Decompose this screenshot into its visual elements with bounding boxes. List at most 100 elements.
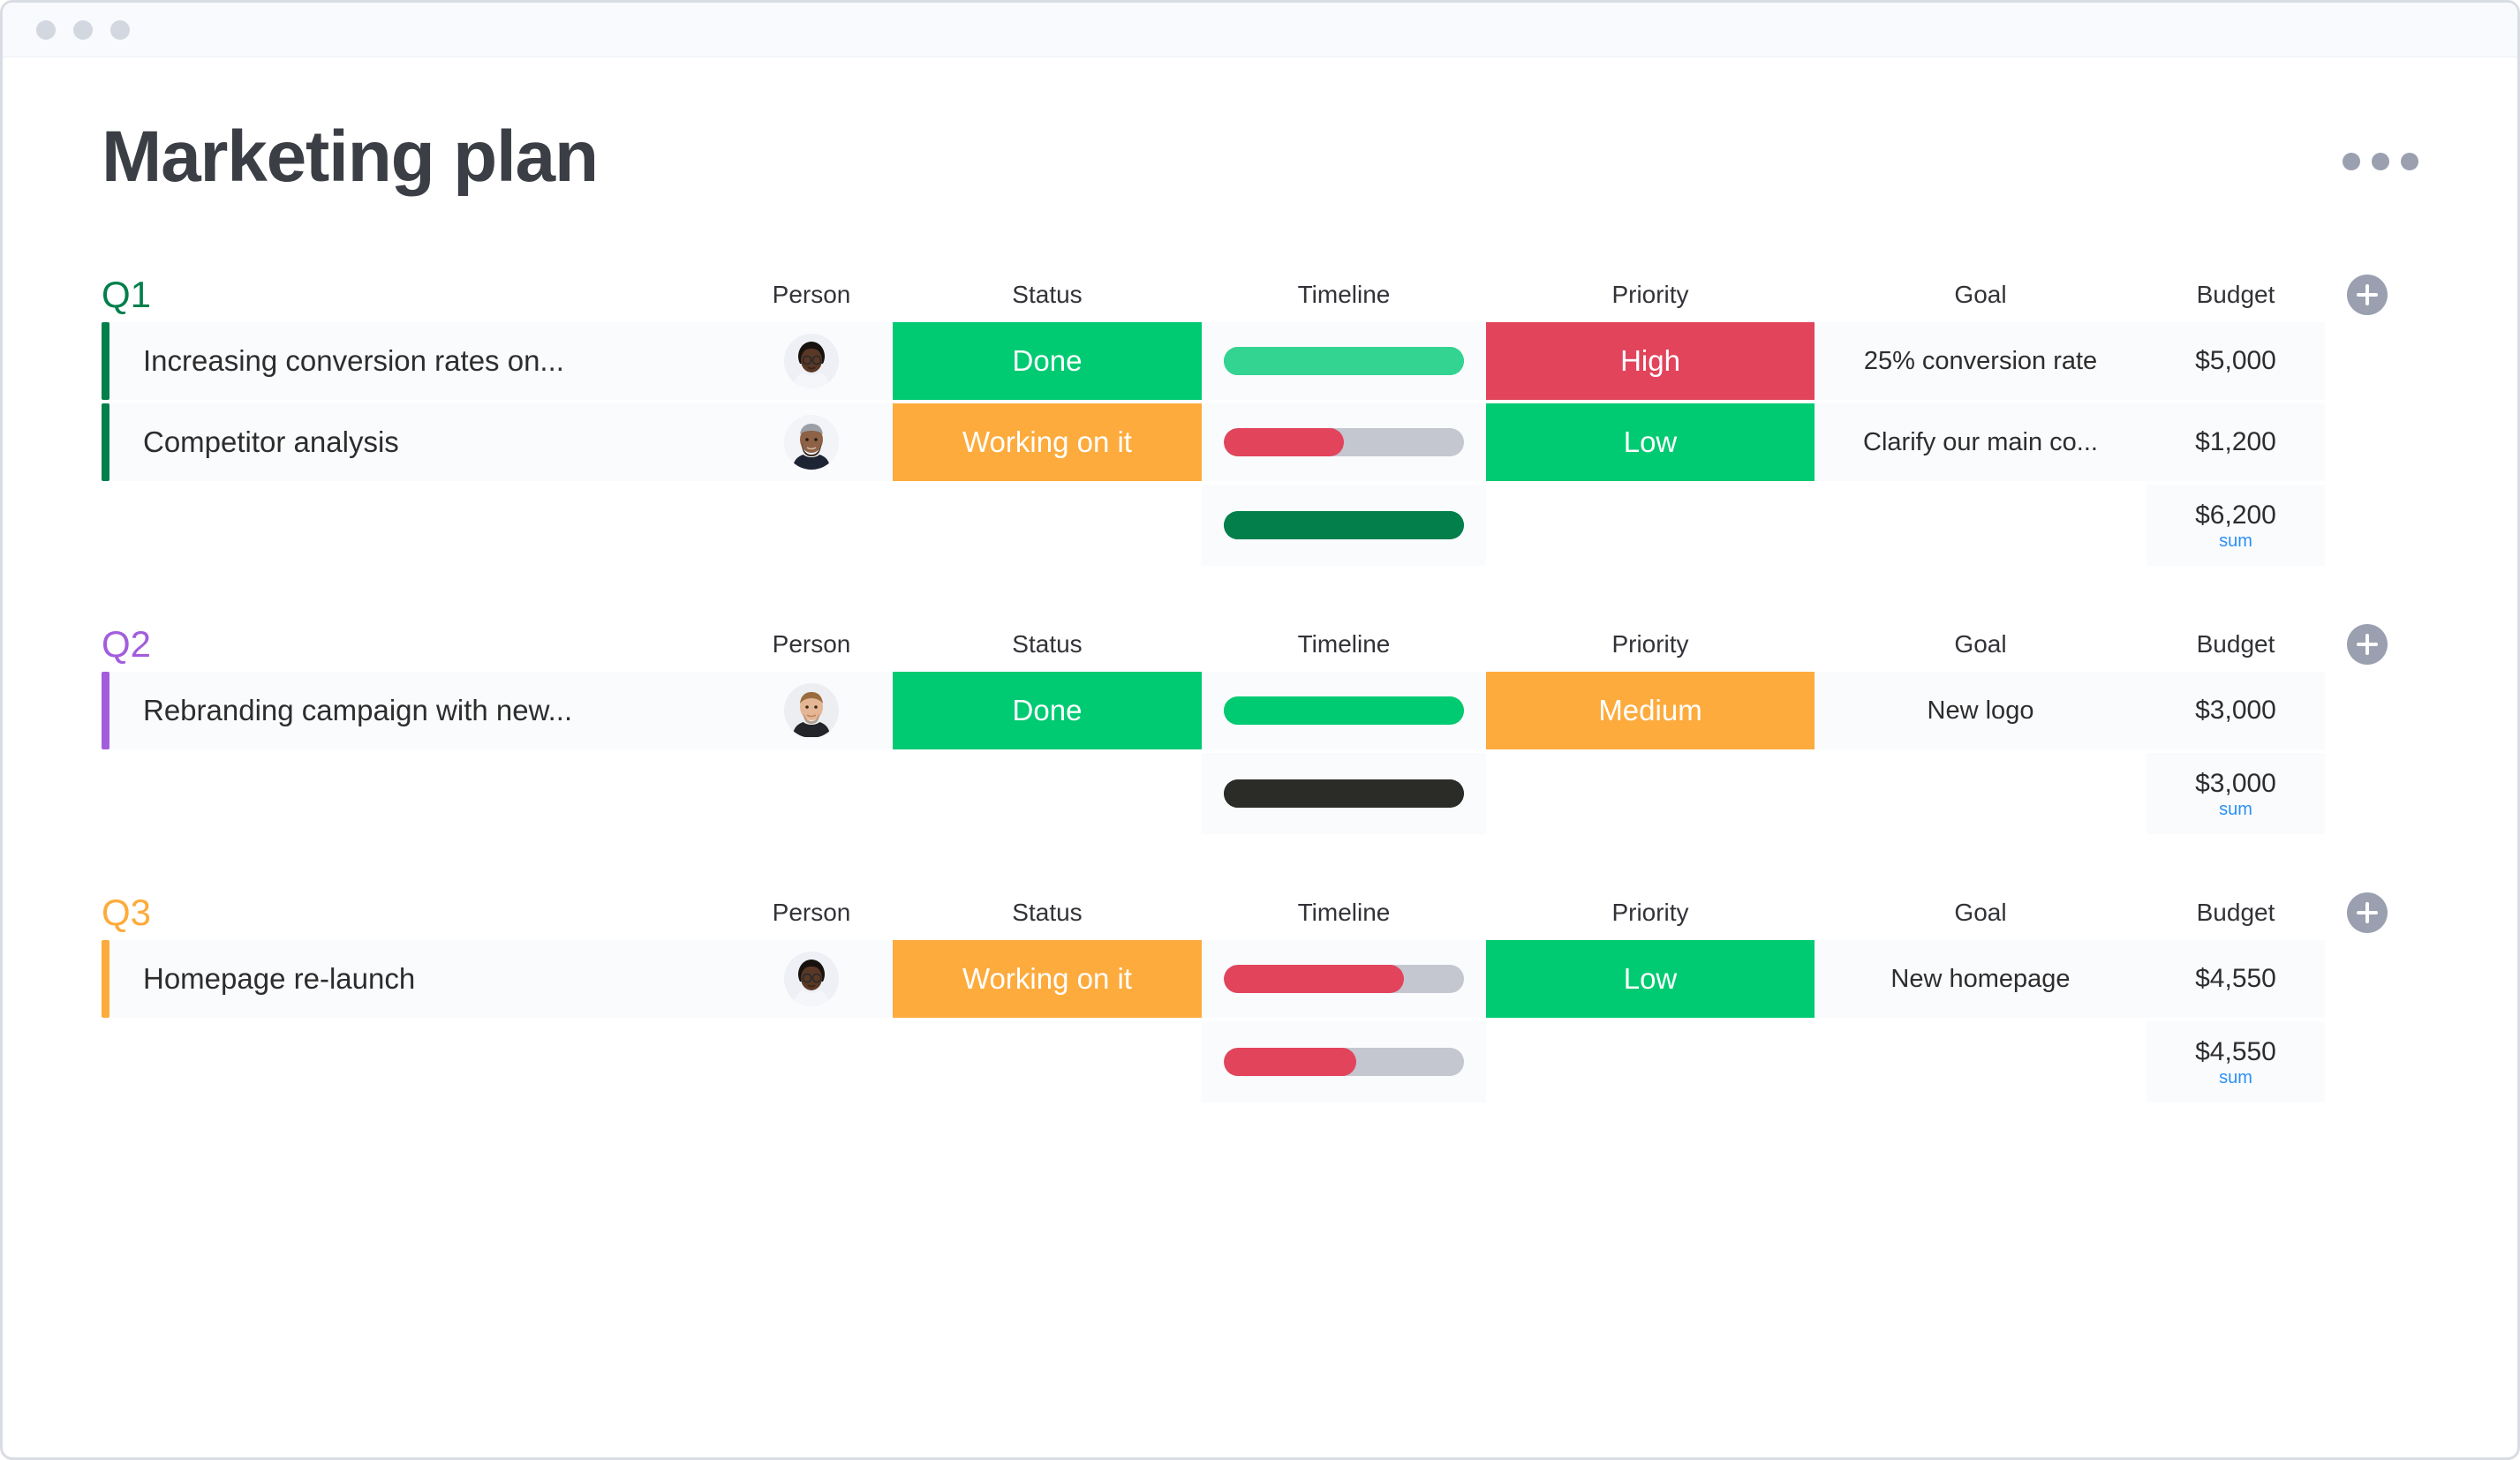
column-header-goal[interactable]: Goal (1815, 281, 2147, 309)
budget-cell[interactable]: $5,000 (2147, 322, 2325, 400)
timeline-progress (1224, 428, 1344, 456)
table-row[interactable]: Homepage re-launch Working on it Low New… (102, 940, 2418, 1018)
timeline-track-wrap (1202, 1023, 1486, 1101)
column-header-person[interactable]: Person (730, 281, 893, 309)
priority-badge: Low (1486, 403, 1815, 481)
row-end-spacer (2325, 403, 2410, 481)
priority-cell[interactable]: Low (1486, 403, 1815, 481)
summary-spacer-status (893, 1021, 1202, 1103)
summary-spacer-person (730, 753, 893, 834)
summary-timeline-cell[interactable] (1202, 485, 1486, 566)
goal-cell[interactable]: New logo (1815, 672, 2147, 749)
table-row[interactable]: Competitor analysis Working on it Low Cl… (102, 403, 2418, 481)
timeline-track (1224, 347, 1464, 375)
item-name: Homepage re-launch (143, 962, 416, 995)
maximize-dot[interactable] (110, 19, 130, 40)
goal-cell[interactable]: Clarify our main co... (1815, 403, 2147, 481)
table-row[interactable]: Increasing conversion rates on... Done H… (102, 322, 2418, 400)
goal-cell[interactable]: New homepage (1815, 940, 2147, 1018)
add-item-button[interactable] (2347, 624, 2388, 665)
column-header-person[interactable]: Person (730, 630, 893, 659)
priority-cell[interactable]: Low (1486, 940, 1815, 1018)
group-header: Q1 Person Status Timeline Priority Goal … (102, 267, 2418, 322)
status-badge: Done (893, 322, 1202, 400)
budget-sum-cell[interactable]: $3,000 sum (2147, 753, 2325, 834)
status-cell[interactable]: Working on it (893, 403, 1202, 481)
summary-timeline-cell[interactable] (1202, 1021, 1486, 1103)
budget-sum-cell[interactable]: $4,550 sum (2147, 1021, 2325, 1103)
timeline-cell[interactable] (1202, 940, 1486, 1018)
priority-cell[interactable]: High (1486, 322, 1815, 400)
kebab-dot (2401, 153, 2418, 170)
status-cell[interactable]: Working on it (893, 940, 1202, 1018)
group-color-accent (102, 403, 109, 481)
timeline-track (1224, 965, 1464, 993)
column-header-goal[interactable]: Goal (1815, 630, 2147, 659)
minimize-dot[interactable] (73, 19, 93, 40)
timeline-track (1224, 1048, 1464, 1076)
column-header-goal[interactable]: Goal (1815, 899, 2147, 927)
column-headers: Person Status Timeline Priority Goal Bud… (102, 267, 2418, 322)
close-dot[interactable] (36, 19, 56, 40)
summary-spacer-status (893, 753, 1202, 834)
column-header-priority[interactable]: Priority (1486, 630, 1815, 659)
column-header-priority[interactable]: Priority (1486, 281, 1815, 309)
column-header-timeline[interactable]: Timeline (1202, 899, 1486, 927)
person-cell[interactable] (730, 940, 893, 1018)
summary-spacer-goal (1815, 753, 2147, 834)
column-header-priority[interactable]: Priority (1486, 899, 1815, 927)
budget-sum-cell[interactable]: $6,200 sum (2147, 485, 2325, 566)
item-name-cell[interactable]: Rebranding campaign with new... (102, 672, 730, 749)
row-end-spacer (2325, 322, 2410, 400)
add-item-button[interactable] (2347, 892, 2388, 933)
avatar (784, 683, 839, 738)
column-header-budget[interactable]: Budget (2147, 630, 2325, 659)
person-cell[interactable] (730, 403, 893, 481)
budget-cell[interactable]: $1,200 (2147, 403, 2325, 481)
timeline-track-wrap (1202, 322, 1486, 400)
column-header-budget[interactable]: Budget (2147, 281, 2325, 309)
summary-timeline-cell[interactable] (1202, 753, 1486, 834)
column-header-status[interactable]: Status (893, 630, 1202, 659)
group-color-accent (102, 940, 109, 1018)
column-header-budget[interactable]: Budget (2147, 899, 2325, 927)
more-options-icon[interactable] (2343, 153, 2418, 170)
timeline-progress (1224, 696, 1464, 725)
add-item-button[interactable] (2347, 275, 2388, 315)
timeline-track (1224, 428, 1464, 456)
priority-cell[interactable]: Medium (1486, 672, 1815, 749)
item-name-cell[interactable]: Competitor analysis (102, 403, 730, 481)
column-header-status[interactable]: Status (893, 899, 1202, 927)
status-cell[interactable]: Done (893, 322, 1202, 400)
summary-spacer-goal (1815, 1021, 2147, 1103)
timeline-progress (1224, 1048, 1356, 1076)
budget-cell[interactable]: $4,550 (2147, 940, 2325, 1018)
budget-sum-label: sum (2219, 531, 2252, 552)
column-header-timeline[interactable]: Timeline (1202, 630, 1486, 659)
person-cell[interactable] (730, 322, 893, 400)
timeline-cell[interactable] (1202, 322, 1486, 400)
kebab-dot (2343, 153, 2360, 170)
timeline-track-wrap (1202, 672, 1486, 749)
group-header: Q3 Person Status Timeline Priority Goal … (102, 885, 2418, 940)
budget-cell[interactable]: $3,000 (2147, 672, 2325, 749)
timeline-progress (1224, 511, 1464, 539)
budget-text: $1,200 (2195, 427, 2276, 456)
status-badge: Working on it (893, 940, 1202, 1018)
avatar (784, 952, 839, 1006)
timeline-cell[interactable] (1202, 672, 1486, 749)
timeline-track (1224, 779, 1464, 808)
table-row[interactable]: Rebranding campaign with new... Done Med… (102, 672, 2418, 749)
timeline-cell[interactable] (1202, 403, 1486, 481)
person-cell[interactable] (730, 672, 893, 749)
column-header-person[interactable]: Person (730, 899, 893, 927)
goal-cell[interactable]: 25% conversion rate (1815, 322, 2147, 400)
status-cell[interactable]: Done (893, 672, 1202, 749)
item-name-cell[interactable]: Increasing conversion rates on... (102, 322, 730, 400)
board-header: Marketing plan (3, 57, 2517, 193)
priority-badge: Medium (1486, 672, 1815, 749)
page-title: Marketing plan (102, 117, 599, 197)
column-header-timeline[interactable]: Timeline (1202, 281, 1486, 309)
column-header-status[interactable]: Status (893, 281, 1202, 309)
item-name-cell[interactable]: Homepage re-launch (102, 940, 730, 1018)
